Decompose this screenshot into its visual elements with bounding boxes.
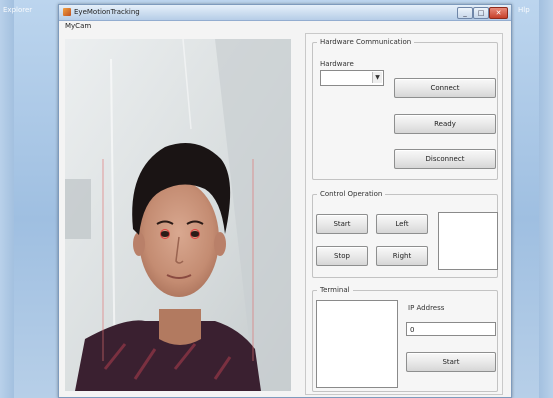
terminal-start-button[interactable]: Start [406, 352, 496, 372]
connect-button[interactable]: Connect [394, 78, 496, 98]
camera-label: MyCam [65, 22, 92, 30]
close-button[interactable]: ✕ [489, 7, 508, 19]
window-client-area: MyCam Hardware Communication Hardware ▼ … [59, 21, 511, 397]
window-title: EyeMotionTracking [74, 8, 140, 16]
desktop-right-edge [539, 0, 553, 398]
hardware-label: Hardware [320, 60, 354, 68]
ready-button[interactable]: Ready [394, 114, 496, 134]
minimize-button[interactable]: _ [457, 7, 473, 19]
control-panel: Hardware Communication Hardware ▼ Connec… [305, 33, 503, 395]
title-bar[interactable]: EyeMotionTracking _ □ ✕ [59, 5, 511, 21]
ip-address-input[interactable]: 0 [406, 322, 496, 336]
left-button[interactable]: Left [376, 214, 428, 234]
desktop-left-edge [0, 0, 14, 398]
terminal-output[interactable] [316, 300, 398, 388]
right-button[interactable]: Right [376, 246, 428, 266]
start-control-button[interactable]: Start [316, 214, 368, 234]
control-operation-title: Control Operation [320, 190, 383, 198]
hardware-port-select[interactable]: ▼ [320, 70, 384, 86]
desktop-right-label[interactable]: Hlp [518, 6, 530, 14]
hardware-communication-title: Hardware Communication [320, 38, 412, 46]
ip-address-label: IP Address [408, 304, 445, 312]
webcam-image [65, 39, 291, 391]
stop-button[interactable]: Stop [316, 246, 368, 266]
desktop-left-label[interactable]: Explorer [3, 6, 32, 14]
maximize-button[interactable]: □ [473, 7, 489, 19]
app-window: EyeMotionTracking _ □ ✕ MyCam Hardware C… [58, 4, 512, 398]
chevron-down-icon[interactable]: ▼ [372, 72, 382, 83]
terminal-title: Terminal [320, 286, 350, 294]
control-status-box [438, 212, 498, 270]
camera-feed [65, 39, 291, 391]
disconnect-button[interactable]: Disconnect [394, 149, 496, 169]
app-icon [63, 8, 71, 16]
